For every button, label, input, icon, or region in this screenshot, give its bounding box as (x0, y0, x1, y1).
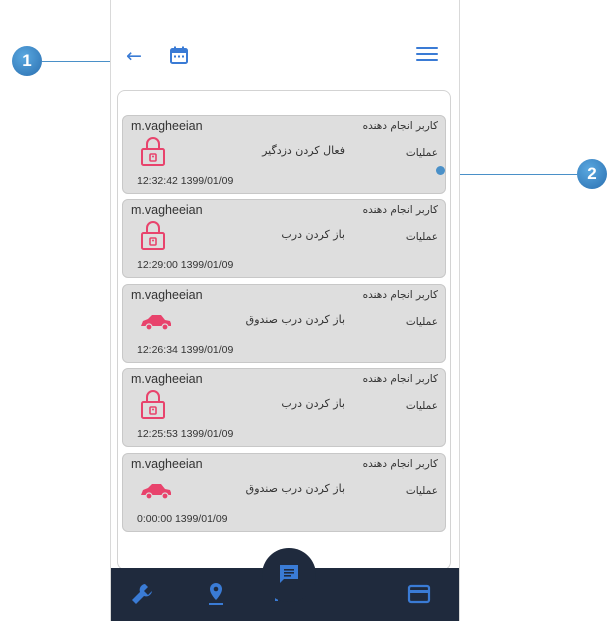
user-name: m.vagheeian (131, 372, 203, 386)
scroll-indicator-dot (436, 166, 445, 175)
operation-label: عملیات (405, 316, 438, 328)
lock-icon (141, 390, 165, 419)
history-list[interactable]: m.vagheeian کاربر انجام دهنده عملیات فعا… (117, 90, 451, 570)
hamburger-menu-icon[interactable] (416, 47, 438, 65)
wrench-icon[interactable] (129, 582, 155, 606)
car-trunk-icon (141, 315, 171, 331)
operation-label: عملیات (405, 231, 438, 243)
calendar-icon[interactable] (169, 45, 189, 65)
user-name: m.vagheeian (131, 119, 203, 133)
timestamp: 12:29:00 1399/01/09 (137, 259, 234, 271)
callout-2: 2 (577, 159, 607, 189)
list-item[interactable]: m.vagheeian کاربر انجام دهنده عملیات باز… (122, 199, 446, 278)
list-item[interactable]: m.vagheeian کاربر انجام دهنده عملیات فعا… (122, 115, 446, 194)
doer-label: کاربر انجام دهنده (362, 120, 438, 132)
chat-message-icon (280, 565, 298, 583)
lock-icon (141, 221, 165, 250)
arrow-left-icon[interactable]: ← (126, 46, 148, 66)
doer-label: کاربر انجام دهنده (362, 204, 438, 216)
user-name: m.vagheeian (131, 288, 203, 302)
operation-value: باز کردن درب (281, 228, 345, 241)
timestamp: 0:00:00 1399/01/09 (137, 513, 228, 525)
chat-fab-button[interactable] (262, 548, 316, 602)
timestamp: 12:32:42 1399/01/09 (137, 175, 234, 187)
list-item[interactable]: m.vagheeian کاربر انجام دهنده عملیات باز… (122, 284, 446, 363)
lock-icon (141, 137, 165, 166)
location-pin-icon[interactable] (203, 582, 229, 606)
list-item[interactable]: m.vagheeian کاربر انجام دهنده عملیات باز… (122, 453, 446, 532)
user-name: m.vagheeian (131, 203, 203, 217)
operation-value: باز کردن درب صندوق (245, 313, 345, 326)
car-trunk-icon (141, 484, 171, 500)
operation-label: عملیات (405, 147, 438, 159)
list-item[interactable]: m.vagheeian کاربر انجام دهنده عملیات باز… (122, 368, 446, 447)
operation-value: باز کردن درب (281, 397, 345, 410)
phone-screen: ← m.vagheeian کاربر انجام دهنده عملیات ف… (110, 0, 460, 621)
app-header: ← (111, 0, 459, 88)
doer-label: کاربر انجام دهنده (362, 373, 438, 385)
operation-value: باز کردن درب صندوق (245, 482, 345, 495)
user-name: m.vagheeian (131, 457, 203, 471)
operation-label: عملیات (405, 400, 438, 412)
timestamp: 12:26:34 1399/01/09 (137, 344, 234, 356)
timestamp: 12:25:53 1399/01/09 (137, 428, 234, 440)
operation-value: فعال کردن دزدگیر (262, 144, 345, 157)
callout-1: 1 (12, 46, 42, 76)
doer-label: کاربر انجام دهنده (362, 289, 438, 301)
operation-label: عملیات (405, 485, 438, 497)
doer-label: کاربر انجام دهنده (362, 458, 438, 470)
credit-card-icon[interactable] (406, 582, 432, 606)
